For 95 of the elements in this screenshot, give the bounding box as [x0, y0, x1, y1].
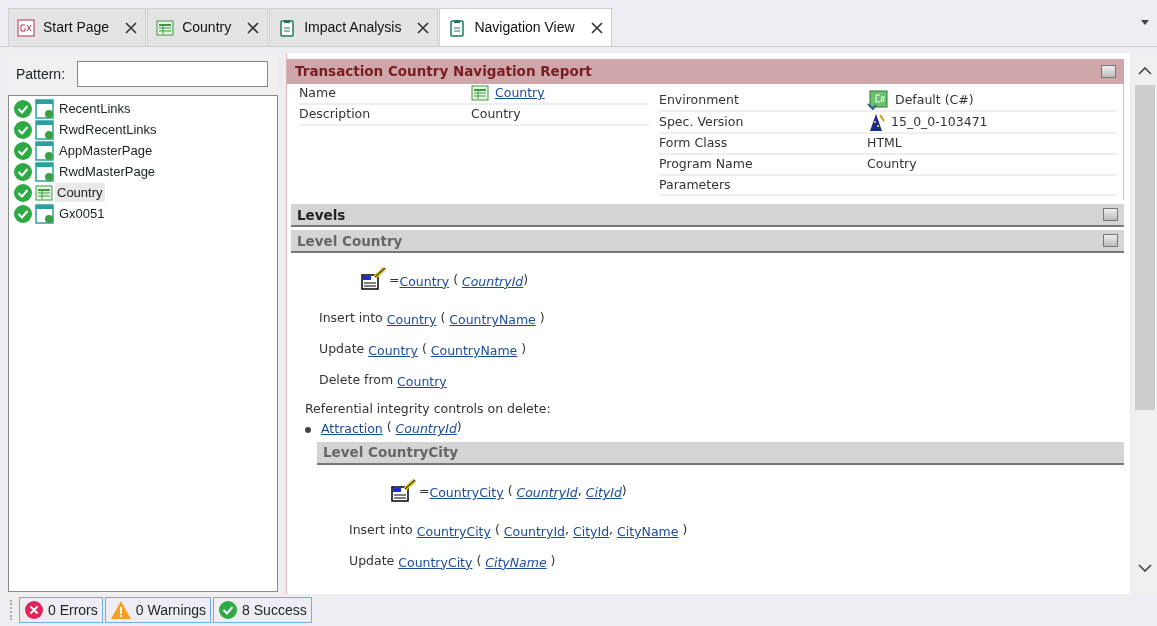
table-link[interactable]: CountryId	[503, 524, 566, 539]
pattern-field[interactable]	[77, 61, 269, 87]
tree-item[interactable]: RwdRecentLinks	[57, 119, 159, 140]
property-value: 15_0_0-103471	[891, 112, 988, 131]
success-icon	[13, 140, 33, 161]
table-link[interactable]: CityId	[573, 524, 610, 539]
tab[interactable]: Start Page	[8, 8, 147, 46]
property-link[interactable]: Country	[495, 84, 545, 103]
property-label: Parameters	[659, 175, 732, 194]
tree-item[interactable]: RwdMasterPage	[57, 161, 158, 182]
table-link[interactable]: Country	[386, 312, 437, 328]
attribute-link[interactable]: CityName	[485, 554, 547, 570]
web-page-icon	[35, 98, 55, 119]
level-title: Level CountryCity	[323, 443, 459, 463]
property-label: Name	[299, 84, 337, 102]
property-label: Form Class	[659, 134, 729, 152]
success-icon	[218, 600, 239, 620]
property-label: Program Name	[659, 154, 754, 173]
statement-text: Delete from Country	[319, 371, 447, 389]
dropdown-arrow-icon[interactable]	[1141, 20, 1149, 25]
success-icon	[13, 182, 33, 203]
scroll-down-icon[interactable]	[1137, 564, 1152, 572]
collapse-button[interactable]	[1101, 65, 1116, 78]
statement-text: Update CountryCity ( CityName )	[349, 552, 556, 570]
statement-text: Insert into Country ( CountryName )	[319, 310, 545, 328]
warning-icon	[109, 600, 132, 620]
table-link[interactable]: CountryCity	[429, 485, 504, 501]
tab[interactable]: Impact Analysis	[269, 8, 439, 46]
close-icon[interactable]	[247, 21, 260, 34]
attribute-link[interactable]: CityId	[585, 485, 622, 501]
logo-icon	[17, 18, 35, 37]
statement-text: Insert into CountryCity ( CountryId, CityId, CityName )	[349, 522, 688, 539]
property-label: Description	[299, 104, 372, 123]
web-page-icon	[35, 140, 55, 161]
report-title: Transaction Country Navigation Report	[295, 62, 592, 82]
success-icon	[13, 119, 33, 140]
pattern-label: Pattern:	[16, 64, 66, 84]
tab[interactable]: Navigation View	[439, 8, 612, 46]
property-value: Country	[867, 154, 917, 173]
table-edit-icon	[391, 479, 417, 503]
reference-text: Attraction ( CountryId)	[321, 420, 462, 439]
success-icon	[13, 203, 33, 224]
table-edit-icon	[361, 267, 387, 292]
table-link[interactable]: CountryCity	[416, 524, 491, 539]
scroll-up-icon[interactable]	[1137, 67, 1152, 75]
success-icon	[13, 98, 33, 119]
table-link[interactable]: Country	[397, 373, 447, 389]
table-link[interactable]: Country	[399, 273, 450, 289]
tree-item[interactable]: AppMasterPage	[57, 140, 155, 161]
section-title: Levels	[297, 205, 346, 225]
tree-item[interactable]: RecentLinks	[57, 98, 133, 119]
table-link[interactable]: Country	[368, 343, 418, 358]
table-link[interactable]: CountryName	[449, 312, 536, 328]
table-link[interactable]: CountryCity	[398, 554, 473, 570]
scrollbar-thumb[interactable]	[1134, 85, 1155, 410]
table-link[interactable]: CityName	[617, 524, 679, 539]
property-value: Country	[471, 104, 521, 123]
status-button[interactable]: 0 Warnings	[104, 597, 212, 623]
collapse-button[interactable]	[1103, 208, 1118, 222]
attribute-link[interactable]: CountryId	[516, 485, 578, 501]
close-icon[interactable]	[417, 21, 430, 34]
code-file-icon	[867, 90, 889, 110]
tab[interactable]: Country	[147, 8, 269, 46]
tree-item[interactable]: Country	[55, 182, 105, 203]
success-icon	[13, 161, 33, 182]
property-value: Default (C#)	[895, 90, 974, 109]
clipboard-icon	[278, 18, 297, 37]
clipboard-icon	[448, 18, 467, 37]
close-icon[interactable]	[125, 21, 138, 34]
tree-item[interactable]: Gx0051	[57, 203, 107, 224]
property-label: Environment	[659, 90, 740, 109]
web-page-icon	[35, 161, 55, 182]
web-page-icon	[35, 203, 55, 224]
property-label: Spec. Version	[659, 112, 745, 131]
collapse-button[interactable]	[1103, 234, 1118, 248]
grid-icon	[35, 183, 53, 202]
statement-text: Update Country ( CountryName )	[319, 341, 527, 358]
note-text: Referential integrity controls on delete:	[305, 400, 551, 416]
attribute-link[interactable]: CountryId	[395, 421, 457, 437]
grid-icon	[471, 84, 489, 103]
close-icon[interactable]	[590, 21, 603, 34]
error-icon	[24, 600, 44, 620]
table-link[interactable]: Attraction	[321, 421, 383, 437]
grid-icon	[156, 18, 175, 37]
level-title: Level Country	[297, 231, 403, 251]
attribute-link[interactable]: CountryId	[462, 273, 524, 289]
wizard-icon	[867, 112, 885, 132]
table-link[interactable]: CountryName	[430, 343, 518, 358]
status-button[interactable]: 0 Errors	[19, 597, 103, 623]
status-button[interactable]: 8 Success	[213, 597, 312, 623]
bullet-icon	[305, 426, 311, 433]
property-value: HTML	[867, 134, 902, 152]
web-page-icon	[35, 119, 55, 140]
access-text: =CountryCity ( CountryId, CityId)	[419, 484, 627, 503]
access-text: =Country ( CountryId)	[389, 272, 529, 291]
